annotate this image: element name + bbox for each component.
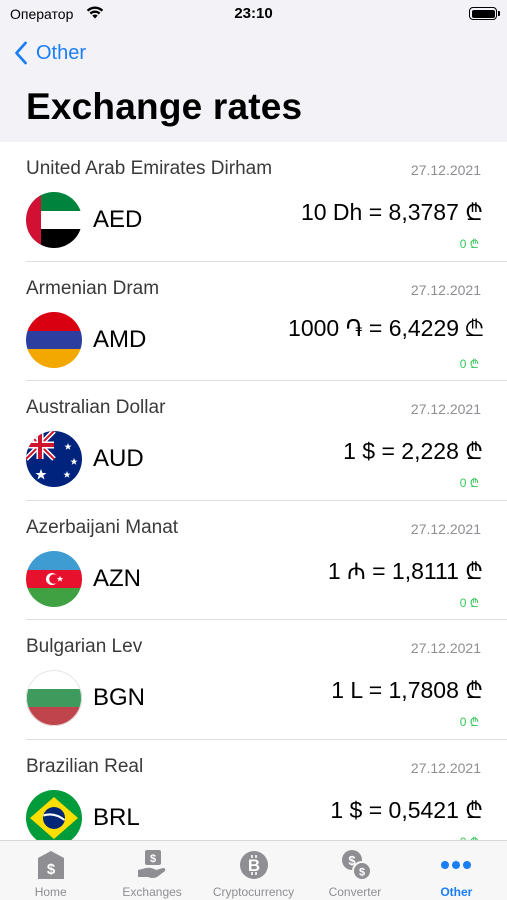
currency-name: Armenian Dram xyxy=(26,277,160,299)
currency-code: BRL xyxy=(93,803,140,831)
currency-name: Brazilian Real xyxy=(26,755,144,777)
tab-label: Converter xyxy=(328,885,382,899)
back-button[interactable]: Other xyxy=(14,38,86,68)
rate-change: 0 ₾ xyxy=(460,833,479,841)
rate-change: 0 ₾ xyxy=(459,356,479,371)
more-dots-icon xyxy=(441,861,472,869)
australia-flag-icon xyxy=(26,431,82,487)
chevron-left-icon xyxy=(15,41,27,65)
tab-other[interactable]: Other xyxy=(406,841,507,900)
azerbaijan-flag-icon xyxy=(26,550,82,607)
currency-name: United Arab Emirates Dirham xyxy=(26,158,273,179)
back-label: Other xyxy=(36,41,87,64)
exchange-rate: 1 $ = 2,228 ₾ xyxy=(343,438,483,464)
exchange-rate: 1 L = 1,7808 ₾ xyxy=(331,677,483,703)
currency-code: AUD xyxy=(93,445,144,472)
exchange-rate: 10 Dh = 8,3787 ₾ xyxy=(300,199,483,225)
bitcoin-icon: B xyxy=(239,851,268,879)
tab-exchanges[interactable]: $ Exchanges xyxy=(101,841,202,900)
rate-row-aed[interactable]: United Arab Emirates Dirham 27.12.2021 A… xyxy=(0,142,507,262)
svg-text:B: B xyxy=(247,856,259,875)
tab-bar: $ Home $ Exchanges B Cryptocurrency $ $ … xyxy=(0,840,507,900)
page-title: Exchange rates xyxy=(26,86,303,127)
currency-name: Azerbaijani Manat xyxy=(26,516,179,538)
tab-cryptocurrency[interactable]: B Cryptocurrency xyxy=(203,841,304,900)
exchange-hand-icon: $ xyxy=(138,850,166,878)
svg-text:$: $ xyxy=(359,867,365,879)
bulgaria-flag-icon xyxy=(26,670,82,726)
svg-text:$: $ xyxy=(150,853,156,865)
svg-text:$: $ xyxy=(47,861,56,878)
status-time: 23:10 xyxy=(234,5,273,22)
rate-change: 0 ₾ xyxy=(459,237,479,251)
converter-icon: $ $ xyxy=(341,850,372,881)
rate-change: 0 ₾ xyxy=(459,476,479,490)
rate-change: 0 ₾ xyxy=(459,595,479,610)
rate-date: 27.12.2021 xyxy=(410,162,481,178)
tab-home[interactable]: $ Home xyxy=(0,841,101,900)
currency-code: BGN xyxy=(93,684,146,711)
rate-row-bgn[interactable]: Bulgarian Lev 27.12.2021 BGN 1 L = 1,780… xyxy=(0,620,507,740)
exchange-rate: 1000 ֏ = 6,4229 ₾ xyxy=(288,314,483,341)
status-bar: Оператор 23:10 xyxy=(0,0,507,28)
exchange-rate: 1 $ = 0,5421 ₾ xyxy=(330,796,483,823)
exchange-rate: 1 ₼ = 1,8111 ₾ xyxy=(327,557,483,584)
rate-date: 27.12.2021 xyxy=(410,759,481,776)
navigation-header: Other Exchange rates xyxy=(0,28,507,142)
currency-code: AMD xyxy=(93,325,147,353)
brazil-flag-icon xyxy=(26,789,82,840)
tab-label: Home xyxy=(34,885,67,899)
armenia-flag-icon xyxy=(26,311,82,368)
tab-converter[interactable]: $ $ Converter xyxy=(304,841,405,900)
uae-flag-icon xyxy=(26,192,82,248)
rate-row-brl[interactable]: Brazilian Real 27.12.2021 BRL 1 $ = 0,54… xyxy=(0,740,507,841)
rate-row-amd[interactable]: Armenian Dram 27.12.2021 AMD 1000 ֏ = 6,… xyxy=(0,262,507,381)
rate-date: 27.12.2021 xyxy=(410,281,481,298)
rate-change: 0 ₾ xyxy=(459,715,479,729)
tab-label: Cryptocurrency xyxy=(212,885,295,899)
currency-name: Australian Dollar xyxy=(26,397,166,418)
battery-icon xyxy=(469,7,500,20)
bank-icon: $ xyxy=(37,851,64,879)
rate-row-azn[interactable]: Azerbaijani Manat 27.12.2021 AZN 1 ₼ = 1… xyxy=(0,501,507,620)
rate-date: 27.12.2021 xyxy=(410,401,481,417)
rate-date: 27.12.2021 xyxy=(410,640,481,656)
tab-label: Other xyxy=(440,885,473,899)
currency-code: AED xyxy=(93,206,143,233)
rate-row-aud[interactable]: Australian Dollar 27.12.2021 AUD 1 $ = 2… xyxy=(0,381,507,501)
exchange-rates-list[interactable]: United Arab Emirates Dirham 27.12.2021 A… xyxy=(0,142,507,840)
rate-date: 27.12.2021 xyxy=(410,520,481,537)
currency-name: Bulgarian Lev xyxy=(26,636,143,657)
currency-code: AZN xyxy=(93,564,141,592)
tab-label: Exchanges xyxy=(122,885,182,899)
